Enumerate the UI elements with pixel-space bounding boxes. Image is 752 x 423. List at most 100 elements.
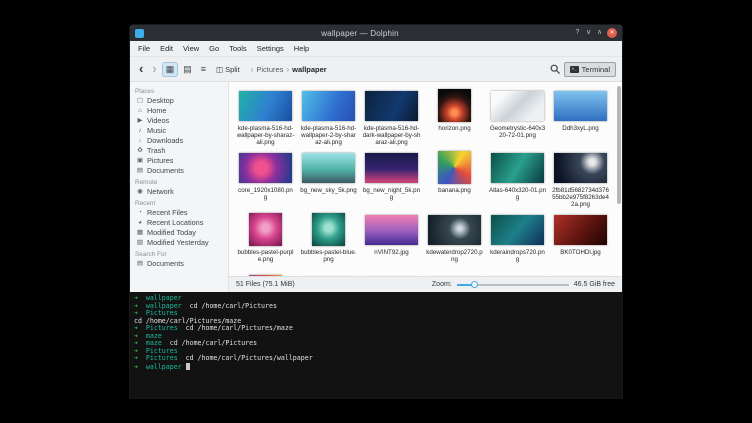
menu-file[interactable]: File: [133, 41, 155, 56]
file-item[interactable]: core_1920x1080.png: [234, 147, 297, 209]
file-name: kde-plasma-516-hd-dark-wallpaper-by-shar…: [363, 125, 421, 146]
dolphin-window: wallpaper — Dolphin ? ∨ ∧ ✕ FileEditView…: [130, 25, 622, 398]
file-item[interactable]: Ddh3xyL.png: [549, 85, 612, 147]
file-item[interactable]: nVINT92.jpg: [360, 209, 423, 271]
details-view-button[interactable]: ≡: [198, 63, 209, 75]
maximize-button[interactable]: ∧: [594, 25, 605, 41]
menu-edit[interactable]: Edit: [155, 41, 178, 56]
file-thumbnail: [491, 153, 544, 183]
file-name: Ddh3xyL.png: [552, 125, 610, 132]
file-item[interactable]: BK0TOHDl.jpg: [549, 209, 612, 271]
toolbar: ‹ › ▦ ▤ ≡ ◫ Split ›Pictures›wallpaper >_…: [130, 57, 622, 82]
minimize-button[interactable]: ∨: [583, 25, 594, 41]
sidebar-item-network[interactable]: ◉Network: [130, 187, 228, 197]
file-item[interactable]: kde-plasma-516-hd-wallpaper-2-by-sharaz-…: [297, 85, 360, 147]
sidebar-item-modified-yesterday[interactable]: ▧Modified Yesterday: [130, 238, 228, 248]
sidebar-item-label: Desktop: [147, 97, 174, 105]
help-button[interactable]: ?: [572, 25, 583, 41]
home-icon: ⌂: [136, 107, 144, 115]
breadcrumb-separator-icon: ›: [286, 65, 289, 74]
music-icon: ♪: [136, 127, 144, 135]
sidebar-item-recent-locations[interactable]: ◕Recent Locations: [130, 218, 228, 228]
vertical-scrollbar[interactable]: [617, 84, 621, 274]
sidebar-item-downloads[interactable]: ↓Downloads: [130, 136, 228, 146]
file-name: kde-plasma-516-hd-wallpaper-2-by-sharaz-…: [300, 125, 358, 146]
file-item[interactable]: kde-plasma-516-hd-dark-wallpaper-by-shar…: [360, 85, 423, 147]
terminal-panel[interactable]: ➜ wallpaper➜ wallpaper cd /home/carl/Pic…: [130, 292, 622, 398]
file-thumbnail-wrap: [365, 150, 418, 185]
file-item[interactable]: 2fb81d5682734d37655bb2e975f8263de42a.png: [549, 147, 612, 209]
file-thumbnail-wrap: [312, 212, 345, 247]
sidebar-item-modified-today[interactable]: ▦Modified Today: [130, 228, 228, 238]
sidebar-item-recent-files[interactable]: ◔Recent Files: [130, 208, 228, 218]
search-icon[interactable]: [550, 64, 561, 75]
file-item[interactable]: banana.png: [423, 147, 486, 209]
file-thumbnail-wrap: [365, 212, 418, 247]
menu-settings[interactable]: Settings: [252, 41, 289, 56]
menu-tools[interactable]: Tools: [224, 41, 252, 56]
sidebar-item-desktop[interactable]: ▢Desktop: [130, 96, 228, 106]
file-name: nVINT92.jpg: [363, 249, 421, 256]
sidebar-item-pictures[interactable]: ▣Pictures: [130, 156, 228, 166]
file-thumbnail-wrap: [239, 88, 292, 123]
back-button[interactable]: ‹: [136, 59, 146, 79]
file-thumbnail-wrap: [438, 88, 471, 123]
file-name: bubbles-pastel-purple.png: [237, 249, 295, 263]
terminal-toggle-button[interactable]: >_ Terminal: [564, 62, 616, 77]
file-item[interactable]: kdewaterdrop2720.png: [423, 209, 486, 271]
menu-help[interactable]: Help: [289, 41, 314, 56]
terminal-line: ➜ maze cd /home/carl/Pictures: [134, 340, 618, 348]
dolphin-app-icon: [135, 29, 144, 38]
zoom-slider-handle[interactable]: [471, 281, 478, 288]
file-item[interactable]: bubbles-pastel-purple.png: [234, 209, 297, 271]
menu-go[interactable]: Go: [204, 41, 224, 56]
file-name: 2fb81d5682734d37655bb2e975f8263de42a.png: [552, 187, 610, 208]
breadcrumb-wallpaper[interactable]: wallpaper: [292, 65, 327, 74]
zoom-slider[interactable]: [457, 280, 569, 289]
statusbar: 51 Files (75.1 MiB) Zoom: 46.5 GiB free: [229, 276, 622, 292]
sidebar-item-videos[interactable]: ▶Videos: [130, 116, 228, 126]
file-name: kdewaterdrop2720.png: [426, 249, 484, 263]
menu-view[interactable]: View: [178, 41, 204, 56]
breadcrumb-pictures[interactable]: Pictures: [256, 65, 283, 74]
file-thumbnail: [365, 215, 418, 245]
close-button[interactable]: ✕: [607, 28, 617, 38]
sidebar-item-label: Music: [147, 127, 166, 135]
file-item[interactable]: bubbles-pastel-blue.png: [297, 209, 360, 271]
zoom-label: Zoom:: [432, 281, 452, 288]
split-button[interactable]: ◫ Split: [212, 63, 244, 76]
terminal-text: wallpaper: [146, 363, 182, 371]
forward-button[interactable]: ›: [149, 59, 159, 79]
file-thumbnail: [302, 153, 355, 183]
network-icon: ◉: [136, 188, 144, 196]
icons-view-button[interactable]: ▦: [163, 63, 178, 76]
file-item[interactable]: kde-plasma-516-hd-wallpaper-by-sharaz-al…: [234, 85, 297, 147]
titlebar[interactable]: wallpaper — Dolphin ? ∨ ∧ ✕: [130, 25, 622, 41]
sidebar-item-documents[interactable]: ▤Documents: [130, 166, 228, 176]
sidebar-item-label: Documents: [147, 167, 184, 175]
file-thumbnail-wrap: [554, 88, 607, 123]
file-name: Geometrystic-640x320-72-01.png: [489, 125, 547, 139]
folder-view[interactable]: kde-plasma-516-hd-wallpaper-by-sharaz-al…: [229, 82, 622, 292]
file-item[interactable]: kderaindrops720.png: [486, 209, 549, 271]
file-thumbnail: [491, 91, 544, 121]
file-item[interactable]: Atlas-640x320-01.png: [486, 147, 549, 209]
file-thumbnail: [302, 91, 355, 121]
sidebar-item-documents[interactable]: ▤Documents: [130, 259, 228, 269]
file-thumbnail-wrap: [365, 88, 418, 123]
file-name: bg_new_night_5k.png: [363, 187, 421, 201]
file-item[interactable]: Geometrystic-640x320-72-01.png: [486, 85, 549, 147]
file-item[interactable]: bg_new_sky_5k.png: [297, 147, 360, 209]
trash-icon: ♻: [136, 147, 144, 155]
sidebar-item-home[interactable]: ⌂Home: [130, 106, 228, 116]
scrollbar-thumb[interactable]: [617, 86, 621, 204]
file-thumbnail: [491, 215, 544, 245]
compact-view-button[interactable]: ▤: [180, 63, 195, 76]
sidebar-item-music[interactable]: ♪Music: [130, 126, 228, 136]
sidebar-item-trash[interactable]: ♻Trash: [130, 146, 228, 156]
file-thumbnail-wrap: [554, 150, 607, 185]
breadcrumb: ›Pictures›wallpaper: [251, 65, 327, 74]
sidebar-item-label: Network: [147, 188, 174, 196]
file-item[interactable]: horizon.png: [423, 85, 486, 147]
file-item[interactable]: bg_new_night_5k.png: [360, 147, 423, 209]
